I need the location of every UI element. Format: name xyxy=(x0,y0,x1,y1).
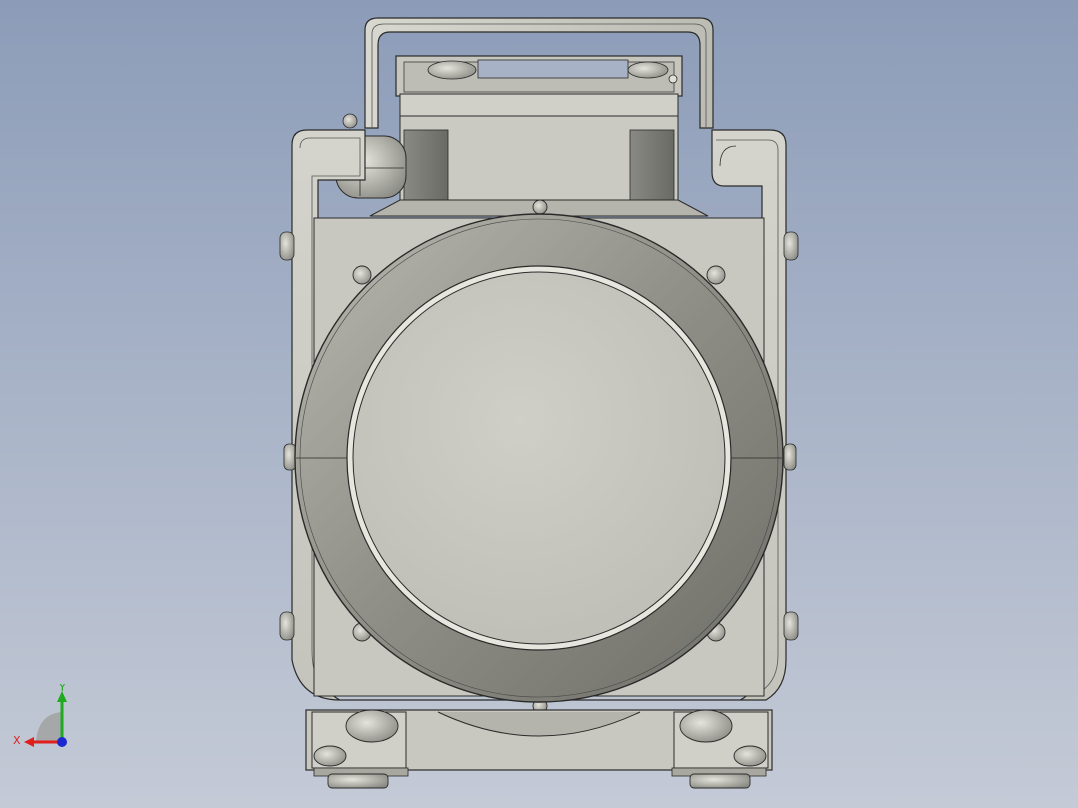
z-axis-marker xyxy=(57,737,67,747)
cad-3d-viewport[interactable]: Y X xyxy=(0,0,1078,808)
orientation-triad[interactable]: Y X xyxy=(10,684,80,754)
motor-pump-model[interactable] xyxy=(0,0,1078,808)
triad-plane-indicator xyxy=(36,712,62,742)
terminal-box[interactable] xyxy=(369,55,709,217)
base-mount[interactable] xyxy=(305,709,773,789)
motor-end-cap[interactable] xyxy=(346,265,732,651)
x-axis-label: X xyxy=(13,734,21,747)
y-axis-label: Y xyxy=(58,684,66,694)
x-axis-arrow xyxy=(24,737,34,747)
